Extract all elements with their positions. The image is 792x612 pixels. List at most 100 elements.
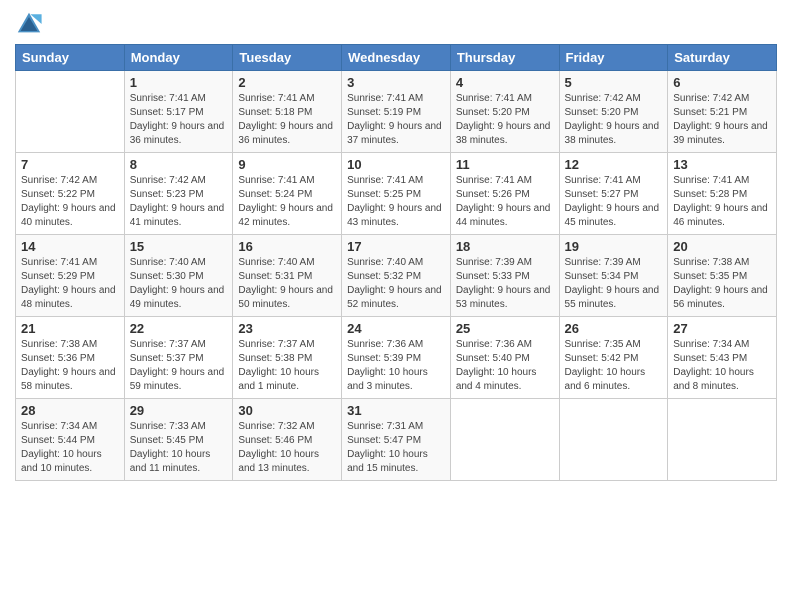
day-info: Sunrise: 7:35 AM Sunset: 5:42 PM Dayligh…	[565, 338, 663, 394]
day-info: Sunrise: 7:41 AM Sunset: 5:28 PM Dayligh…	[673, 174, 771, 230]
day-number: 3	[347, 75, 445, 90]
day-info: Sunrise: 7:41 AM Sunset: 5:27 PM Dayligh…	[565, 174, 663, 230]
day-header-wednesday: Wednesday	[342, 45, 451, 71]
header	[15, 10, 777, 38]
day-info: Sunrise: 7:36 AM Sunset: 5:39 PM Dayligh…	[347, 338, 445, 394]
day-number: 6	[673, 75, 771, 90]
day-number: 13	[673, 157, 771, 172]
day-header-thursday: Thursday	[450, 45, 559, 71]
calendar-cell: 5 Sunrise: 7:42 AM Sunset: 5:20 PM Daylig…	[559, 71, 668, 153]
day-info: Sunrise: 7:31 AM Sunset: 5:47 PM Dayligh…	[347, 420, 445, 476]
day-info: Sunrise: 7:38 AM Sunset: 5:36 PM Dayligh…	[21, 338, 119, 394]
calendar-cell	[16, 71, 125, 153]
day-number: 22	[130, 321, 228, 336]
day-number: 9	[238, 157, 336, 172]
day-info: Sunrise: 7:41 AM Sunset: 5:24 PM Dayligh…	[238, 174, 336, 230]
day-info: Sunrise: 7:42 AM Sunset: 5:23 PM Dayligh…	[130, 174, 228, 230]
day-number: 4	[456, 75, 554, 90]
calendar-cell: 11 Sunrise: 7:41 AM Sunset: 5:26 PM Dayli…	[450, 153, 559, 235]
day-info: Sunrise: 7:39 AM Sunset: 5:34 PM Dayligh…	[565, 256, 663, 312]
day-info: Sunrise: 7:32 AM Sunset: 5:46 PM Dayligh…	[238, 420, 336, 476]
day-info: Sunrise: 7:39 AM Sunset: 5:33 PM Dayligh…	[456, 256, 554, 312]
week-row-3: 14 Sunrise: 7:41 AM Sunset: 5:29 PM Dayli…	[16, 235, 777, 317]
day-info: Sunrise: 7:33 AM Sunset: 5:45 PM Dayligh…	[130, 420, 228, 476]
day-info: Sunrise: 7:34 AM Sunset: 5:43 PM Dayligh…	[673, 338, 771, 394]
day-info: Sunrise: 7:41 AM Sunset: 5:26 PM Dayligh…	[456, 174, 554, 230]
day-number: 10	[347, 157, 445, 172]
calendar-cell: 18 Sunrise: 7:39 AM Sunset: 5:33 PM Dayli…	[450, 235, 559, 317]
week-row-1: 1 Sunrise: 7:41 AM Sunset: 5:17 PM Daylig…	[16, 71, 777, 153]
calendar-cell: 3 Sunrise: 7:41 AM Sunset: 5:19 PM Daylig…	[342, 71, 451, 153]
calendar-table: SundayMondayTuesdayWednesdayThursdayFrid…	[15, 44, 777, 481]
calendar-cell	[668, 399, 777, 481]
day-info: Sunrise: 7:42 AM Sunset: 5:20 PM Dayligh…	[565, 92, 663, 148]
day-number: 28	[21, 403, 119, 418]
calendar-cell: 23Sunrise: 7:37 AM Sunset: 5:38 PM Dayli…	[233, 317, 342, 399]
day-header-tuesday: Tuesday	[233, 45, 342, 71]
calendar-cell: 27 Sunrise: 7:34 AM Sunset: 5:43 PM Dayli…	[668, 317, 777, 399]
calendar-cell: 26 Sunrise: 7:35 AM Sunset: 5:42 PM Dayli…	[559, 317, 668, 399]
day-info: Sunrise: 7:41 AM Sunset: 5:29 PM Dayligh…	[21, 256, 119, 312]
day-number: 29	[130, 403, 228, 418]
day-number: 24	[347, 321, 445, 336]
day-number: 30	[238, 403, 336, 418]
day-number: 1	[130, 75, 228, 90]
day-number: 14	[21, 239, 119, 254]
calendar-cell: 28 Sunrise: 7:34 AM Sunset: 5:44 PM Dayli…	[16, 399, 125, 481]
day-info: Sunrise: 7:34 AM Sunset: 5:44 PM Dayligh…	[21, 420, 119, 476]
calendar-cell: 2Sunrise: 7:41 AM Sunset: 5:18 PM Daylig…	[233, 71, 342, 153]
calendar-cell: 1 Sunrise: 7:41 AM Sunset: 5:17 PM Daylig…	[124, 71, 233, 153]
day-info: Sunrise: 7:41 AM Sunset: 5:17 PM Dayligh…	[130, 92, 228, 148]
logo-icon	[15, 10, 43, 38]
day-info: Sunrise: 7:42 AM Sunset: 5:22 PM Dayligh…	[21, 174, 119, 230]
day-number: 11	[456, 157, 554, 172]
calendar-cell: 13 Sunrise: 7:41 AM Sunset: 5:28 PM Dayli…	[668, 153, 777, 235]
calendar-cell: 29 Sunrise: 7:33 AM Sunset: 5:45 PM Dayli…	[124, 399, 233, 481]
day-info: Sunrise: 7:36 AM Sunset: 5:40 PM Dayligh…	[456, 338, 554, 394]
calendar-cell: 16Sunrise: 7:40 AM Sunset: 5:31 PM Dayli…	[233, 235, 342, 317]
day-info: Sunrise: 7:40 AM Sunset: 5:32 PM Dayligh…	[347, 256, 445, 312]
calendar-cell: 6Sunrise: 7:42 AM Sunset: 5:21 PM Daylig…	[668, 71, 777, 153]
calendar-cell: 22 Sunrise: 7:37 AM Sunset: 5:37 PM Dayli…	[124, 317, 233, 399]
day-number: 8	[130, 157, 228, 172]
calendar-cell: 12Sunrise: 7:41 AM Sunset: 5:27 PM Dayli…	[559, 153, 668, 235]
week-row-4: 21 Sunrise: 7:38 AM Sunset: 5:36 PM Dayli…	[16, 317, 777, 399]
day-header-friday: Friday	[559, 45, 668, 71]
day-number: 18	[456, 239, 554, 254]
calendar-cell: 24 Sunrise: 7:36 AM Sunset: 5:39 PM Dayli…	[342, 317, 451, 399]
calendar-cell: 9 Sunrise: 7:41 AM Sunset: 5:24 PM Daylig…	[233, 153, 342, 235]
calendar-cell: 31 Sunrise: 7:31 AM Sunset: 5:47 PM Dayli…	[342, 399, 451, 481]
day-number: 7	[21, 157, 119, 172]
calendar-cell: 21 Sunrise: 7:38 AM Sunset: 5:36 PM Dayli…	[16, 317, 125, 399]
calendar-cell: 20Sunrise: 7:38 AM Sunset: 5:35 PM Dayli…	[668, 235, 777, 317]
day-info: Sunrise: 7:37 AM Sunset: 5:38 PM Dayligh…	[238, 338, 336, 394]
day-header-sunday: Sunday	[16, 45, 125, 71]
day-number: 16	[238, 239, 336, 254]
day-header-monday: Monday	[124, 45, 233, 71]
day-number: 2	[238, 75, 336, 90]
day-number: 21	[21, 321, 119, 336]
calendar-cell: 4 Sunrise: 7:41 AM Sunset: 5:20 PM Daylig…	[450, 71, 559, 153]
calendar-cell: 14 Sunrise: 7:41 AM Sunset: 5:29 PM Dayli…	[16, 235, 125, 317]
day-number: 19	[565, 239, 663, 254]
day-info: Sunrise: 7:41 AM Sunset: 5:25 PM Dayligh…	[347, 174, 445, 230]
day-number: 27	[673, 321, 771, 336]
calendar-cell	[450, 399, 559, 481]
day-number: 26	[565, 321, 663, 336]
day-info: Sunrise: 7:37 AM Sunset: 5:37 PM Dayligh…	[130, 338, 228, 394]
calendar-cell: 30 Sunrise: 7:32 AM Sunset: 5:46 PM Dayli…	[233, 399, 342, 481]
calendar-cell: 15Sunrise: 7:40 AM Sunset: 5:30 PM Dayli…	[124, 235, 233, 317]
day-number: 25	[456, 321, 554, 336]
day-info: Sunrise: 7:38 AM Sunset: 5:35 PM Dayligh…	[673, 256, 771, 312]
day-info: Sunrise: 7:41 AM Sunset: 5:19 PM Dayligh…	[347, 92, 445, 148]
header-row: SundayMondayTuesdayWednesdayThursdayFrid…	[16, 45, 777, 71]
day-number: 17	[347, 239, 445, 254]
day-info: Sunrise: 7:41 AM Sunset: 5:20 PM Dayligh…	[456, 92, 554, 148]
calendar-cell: 25 Sunrise: 7:36 AM Sunset: 5:40 PM Dayli…	[450, 317, 559, 399]
week-row-2: 7 Sunrise: 7:42 AM Sunset: 5:22 PM Daylig…	[16, 153, 777, 235]
week-row-5: 28 Sunrise: 7:34 AM Sunset: 5:44 PM Dayli…	[16, 399, 777, 481]
day-number: 31	[347, 403, 445, 418]
day-number: 5	[565, 75, 663, 90]
calendar-cell	[559, 399, 668, 481]
day-header-saturday: Saturday	[668, 45, 777, 71]
